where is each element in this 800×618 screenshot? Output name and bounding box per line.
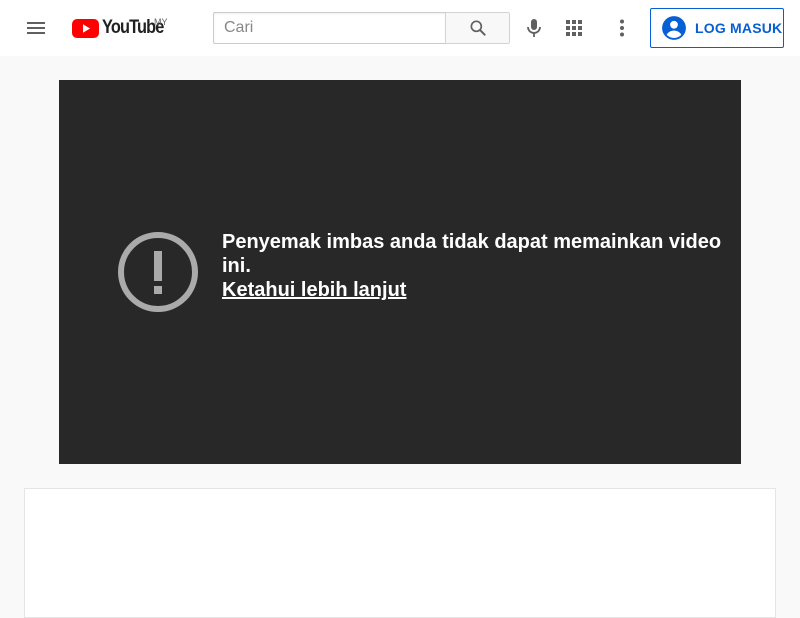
learn-more-link[interactable]: Ketahui lebih lanjut — [222, 278, 406, 302]
search-input[interactable] — [213, 12, 446, 44]
microphone-icon[interactable] — [514, 8, 554, 48]
error-exclamation-icon — [117, 231, 199, 318]
hamburger-menu-icon[interactable] — [16, 8, 56, 48]
more-vert-icon[interactable] — [602, 8, 642, 48]
signin-label: LOG MASUK — [695, 20, 783, 36]
player-error-message: Penyemak imbas anda tidak dapat memainka… — [222, 230, 722, 302]
search-button[interactable] — [445, 12, 510, 44]
masthead: YouTube MY LOG MASUK — [0, 0, 800, 56]
account-circle-icon — [662, 16, 686, 40]
signin-button[interactable]: LOG MASUK — [650, 8, 784, 48]
video-info-panel — [24, 488, 776, 618]
error-message-text: Penyemak imbas anda tidak dapat memainka… — [222, 231, 722, 277]
youtube-play-icon — [72, 18, 99, 38]
apps-grid-icon[interactable] — [554, 8, 594, 48]
country-code: MY — [154, 17, 168, 27]
search-icon — [470, 20, 486, 36]
